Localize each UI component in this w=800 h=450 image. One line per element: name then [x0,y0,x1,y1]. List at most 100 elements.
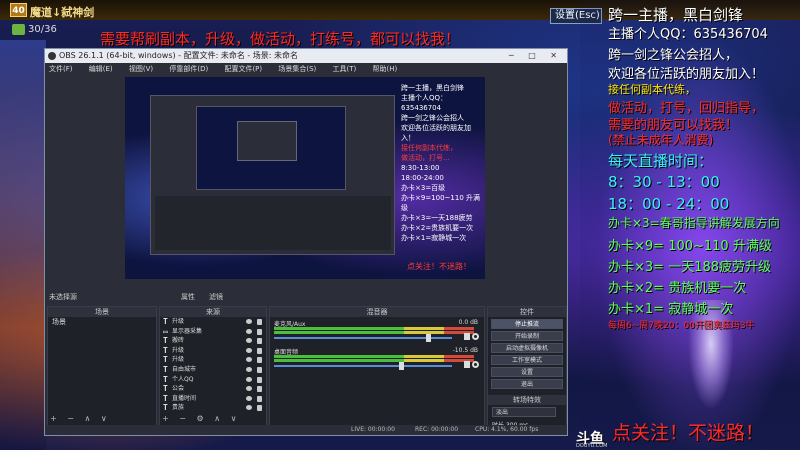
overlay-line: 每周6~周7晚20：00开团奥兹玛3牛 [608,321,755,331]
source-item[interactable]: T 搬砖 [160,336,266,346]
follow-reminder: 点关注！不迷路！ [612,422,765,444]
speaker-icon[interactable] [464,333,470,340]
filters-button[interactable]: 滤镜 [209,291,223,303]
source-item[interactable]: T 直播时间 [160,394,266,404]
menu-scene-collection[interactable]: 场景集合(S) [278,65,316,73]
volume-slider[interactable] [274,334,452,342]
preview-line: 跨一主播，黑白剑锋 [401,84,464,92]
gear-icon[interactable] [472,333,479,340]
lock-icon[interactable] [257,366,262,373]
eye-icon[interactable] [246,376,252,382]
preview-line: 跨一剑之锋公会招人 [401,114,464,122]
lock-icon[interactable] [257,319,262,325]
overlay-line: 每天直播时间： [608,152,714,170]
eye-icon[interactable] [246,405,252,411]
gear-icon[interactable] [472,361,479,368]
source-label: 升级 [172,356,185,364]
transition-select[interactable]: 淡出 [492,407,556,417]
mixer-dock: 混音器 麦克风/Aux 0.0 dB 桌面音频 -10.5 dB [269,306,485,426]
source-item[interactable]: T 升级 [160,317,266,327]
obs-title-text: OBS 26.1.1 (64-bit, windows) - 配置文件: 未命名… [59,51,299,60]
menu-file[interactable]: 文件(F) [49,65,73,73]
sources-dock: 来源 T 升级 ▭ 显示器采集 T 搬砖 T 升级 T 升级 T 自由城市 T 个人QQ T公… [159,306,267,426]
lock-icon[interactable] [257,376,262,383]
preview-nested-docks [155,196,391,250]
eye-icon[interactable] [246,319,252,324]
source-item[interactable]: ▭ 显示器采集 [160,327,266,337]
text-source-icon: T [163,355,168,365]
eye-icon[interactable] [246,395,252,401]
mixer-track-mic: 麦克风/Aux 0.0 dB [274,319,480,345]
slider-knob[interactable] [426,334,432,342]
source-label: 升级 [172,318,185,325]
party-count: 30/36 [28,24,57,35]
track-db: -10.5 dB [452,347,478,354]
volume-slider[interactable] [274,362,452,370]
obs-app-icon [48,52,56,60]
source-item[interactable]: T 个人QQ [160,375,266,385]
sources-toolbar[interactable]: + − ⚙ ∧ ∨ [162,414,240,423]
obs-status-bar: LIVE: 00:00:00 REC: 00:00:00 CPU: 4.1%, … [45,425,567,435]
menu-tools[interactable]: 工具(T) [333,65,357,73]
eye-icon[interactable] [246,366,252,372]
settings-button[interactable]: 设置 [491,367,563,377]
source-label: 显示器采集 [172,327,203,335]
game-character-art [0,40,46,450]
source-label: 个人QQ [172,375,194,383]
obs-window: OBS 26.1.1 (64-bit, windows) - 配置文件: 未命名… [44,48,568,436]
preview-line: 8:30-13:00 [401,164,440,172]
start-recording-button[interactable]: 开始录制 [491,331,563,341]
menu-view[interactable]: 视图(V) [129,65,153,73]
lock-icon[interactable] [257,338,262,345]
obs-preview[interactable]: 跨一主播，黑白剑锋 主播个人QQ：635436704 跨一剑之锋公会招人 欢迎各… [125,77,485,279]
overlay-line: (禁止未成年人消费) [608,133,714,147]
source-item[interactable]: T 升级 [160,355,266,365]
cpu-usage: CPU: 4.1%, 60.00 fps [475,426,539,433]
lock-icon[interactable] [257,405,262,412]
scenes-toolbar[interactable]: + − ∧ ∨ [50,414,111,423]
lock-icon[interactable] [257,386,262,393]
preview-line: 欢迎各位活跃的朋友加入！ [401,124,471,142]
track-db: 0.0 dB [458,319,478,326]
properties-button[interactable]: 属性 [181,291,195,303]
menu-help[interactable]: 帮助(H) [373,65,398,73]
text-source-icon: T [163,384,168,394]
slider-knob[interactable] [398,362,404,370]
eye-icon[interactable] [246,338,252,344]
preview-overlay-text: 跨一主播，黑白剑锋 主播个人QQ：635436704 跨一剑之锋公会招人 欢迎各… [401,83,483,243]
source-item[interactable]: T 升级 [160,346,266,356]
eye-icon[interactable] [246,328,252,334]
preview-line: 接任何副本代练， [401,144,457,152]
mixer-track-desktop: 桌面音频 -10.5 dB [274,347,480,373]
preview-nested-obs-inner [237,121,297,161]
menu-profile[interactable]: 配置文件(P) [224,65,262,73]
player-level-badge: 40 [10,3,27,17]
lock-icon[interactable] [257,347,262,354]
menu-edit[interactable]: 编辑(E) [89,65,113,73]
preview-line: 主播个人QQ：635436704 [401,94,448,112]
volume-meter [274,327,474,330]
window-controls[interactable]: ─ □ ✕ [509,49,563,63]
overlay-line: 办卡×3= 一天188疲劳升级 [608,260,772,275]
source-label: 升级 [172,346,185,354]
menu-docks[interactable]: 停靠部件(D) [169,65,208,73]
overlay-line: 8：30 - 13：00 [608,173,720,191]
lock-icon[interactable] [257,357,262,364]
volume-meter [274,359,474,362]
speaker-icon[interactable] [464,361,470,368]
eye-icon[interactable] [246,357,252,363]
stop-streaming-button[interactable]: 停止推流 [491,319,563,329]
source-item[interactable]: T 贵族 [160,403,266,413]
source-item[interactable]: T 自由城市 [160,365,266,375]
exit-button[interactable]: 退出 [491,379,563,389]
studio-mode-button[interactable]: 工作室模式 [491,355,563,365]
virtual-camera-button[interactable]: 启动虚拟摄像机 [491,343,563,353]
lock-icon[interactable] [257,395,262,402]
source-item[interactable]: T 公会 [160,384,266,394]
scenes-dock: 场景 场景 + − ∧ ∨ [47,306,157,426]
scene-item[interactable]: 场景 [48,317,156,327]
lock-icon[interactable] [257,328,262,335]
eye-icon[interactable] [246,386,252,392]
player-name: 魔道↓弑神剑 [30,6,95,19]
eye-icon[interactable] [246,347,252,353]
